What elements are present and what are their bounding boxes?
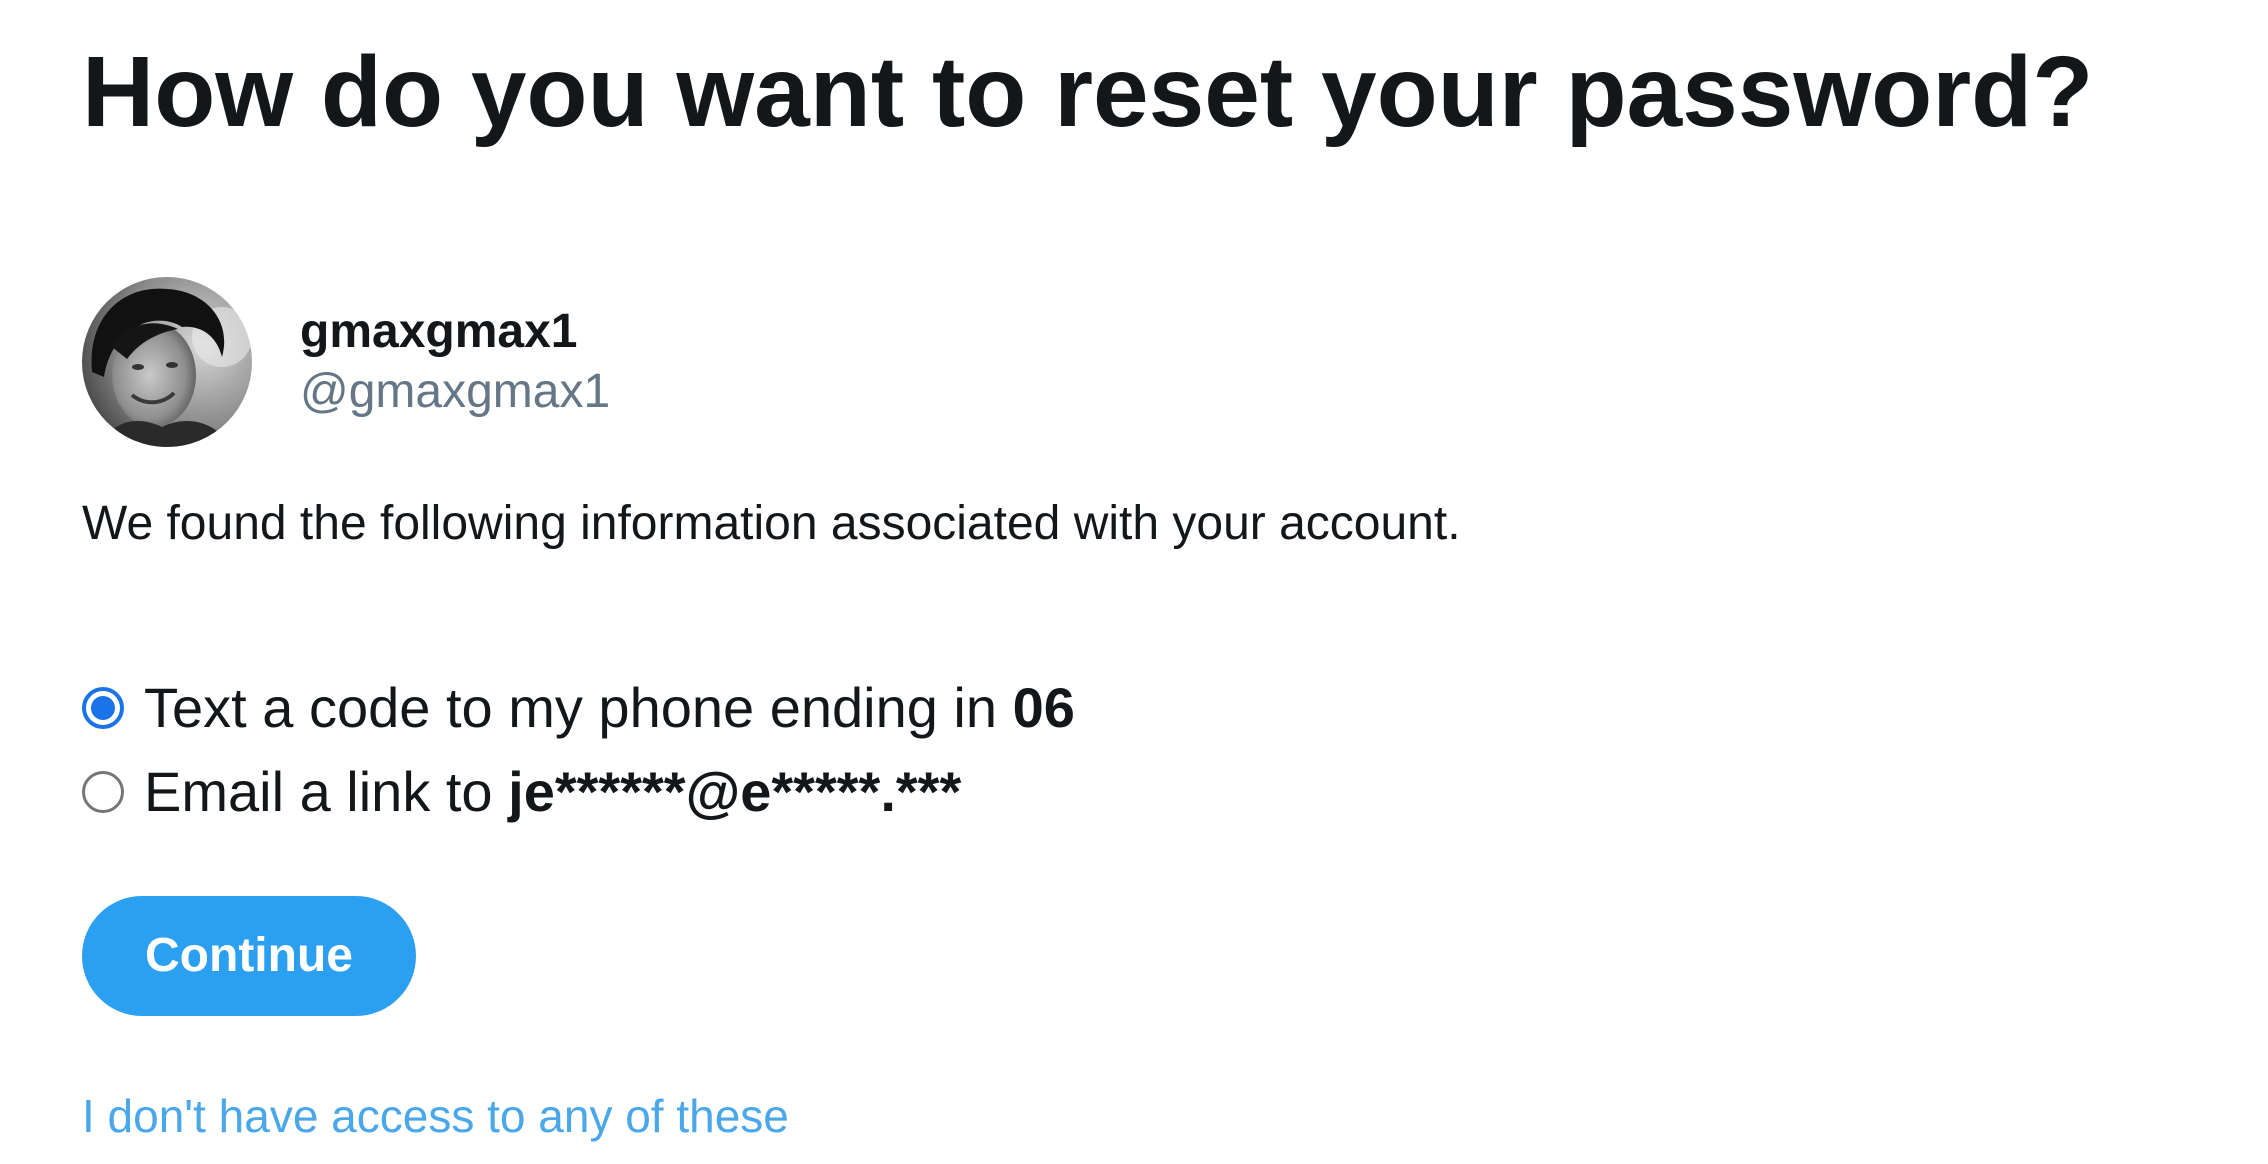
password-reset-page: How do you want to reset your password?: [0, 0, 2268, 1164]
reset-option-phone[interactable]: Text a code to my phone ending in 06: [82, 672, 1075, 744]
email-option-label: Email a link to je******@e*****.***: [144, 756, 961, 828]
masked-email: je******@e*****.***: [508, 760, 962, 823]
account-handle: @gmaxgmax1: [300, 365, 611, 418]
phone-radio-button[interactable]: [82, 687, 124, 729]
reset-option-email[interactable]: Email a link to je******@e*****.***: [82, 756, 961, 828]
account-info-text: We found the following information assoc…: [82, 497, 1461, 550]
page-title: How do you want to reset your password?: [82, 36, 2094, 148]
phone-option-text: Text a code to my phone ending in: [144, 676, 1013, 739]
avatar-photo: [82, 277, 252, 447]
account-display-name: gmaxgmax1: [300, 305, 578, 358]
avatar: [82, 277, 252, 447]
account-card: gmaxgmax1 @gmaxgmax1: [82, 276, 610, 448]
no-access-link[interactable]: I don't have access to any of these: [82, 1086, 789, 1146]
account-identity: gmaxgmax1 @gmaxgmax1: [300, 302, 610, 422]
continue-button[interactable]: Continue: [82, 896, 416, 1016]
email-option-text: Email a link to: [144, 760, 509, 823]
email-radio-button[interactable]: [82, 771, 124, 813]
phone-ending-digits: 06: [1012, 676, 1075, 739]
phone-option-label: Text a code to my phone ending in 06: [144, 672, 1075, 744]
